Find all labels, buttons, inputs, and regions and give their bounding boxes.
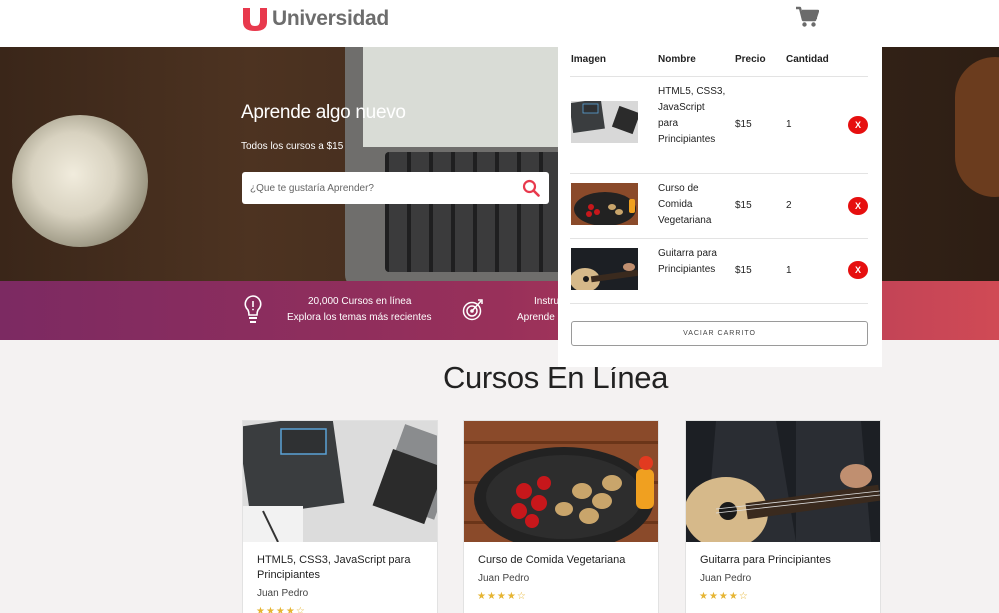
course-card-html[interactable]: HTML5, CSS3, JavaScript para Principiant… [242,420,438,613]
cart-item-name: Guitarra para Principiantes [658,248,717,275]
hero-title: Aprende algo nuevo [241,102,406,123]
info-line-explore: Explora los temas más recientes [287,312,432,323]
cart-remove-button[interactable]: X [848,116,868,134]
cart-remove-button[interactable]: X [848,197,868,215]
course-image-html [243,421,437,542]
course-title[interactable]: Curso de Comida Vegetariana [478,553,648,568]
course-card-vegetarian[interactable]: Curso de Comida Vegetariana Juan Pedro ★… [463,420,659,613]
cart-item-quantity: 2 [786,200,792,211]
hero-subtitle: Todos los cursos a $15 [241,141,344,152]
brand-mark-icon [243,8,267,31]
brand-logo[interactable]: Universidad [241,6,389,32]
cart-header-price: Precio [735,54,766,65]
cart-header-image: Imagen [571,54,607,65]
cart-divider [570,76,868,77]
site-header: Universidad [0,0,999,47]
course-rating-stars: ★★★★☆ [256,606,306,613]
cart-item-quantity: 1 [786,119,792,130]
empty-cart-button[interactable]: VACIAR CARRITO [571,321,868,346]
cart-item-quantity: 1 [786,265,792,276]
course-rating-stars: ★★★★☆ [699,591,749,602]
info-line-instructors: Instru [534,296,560,307]
cart-item-price: $15 [735,265,752,276]
cart-header-name: Nombre [658,54,696,65]
info-line-courses-count: 20,000 Cursos en línea [308,296,412,307]
course-image-vegetarian [464,421,658,542]
cart-item-name: HTML5, CSS3, JavaScript para Principiant… [658,86,726,145]
cart-item-thumb [571,248,638,290]
hero-cup-photo [955,57,999,197]
course-rating-stars: ★★★★☆ [477,591,527,602]
cart-divider [570,303,868,304]
cart-item-thumb [571,183,638,225]
search-input[interactable] [242,172,512,204]
target-icon [462,299,483,321]
cart-item-price: $15 [735,200,752,211]
cart-header-quantity: Cantidad [786,54,829,65]
cart-icon[interactable] [795,6,819,28]
cart-dropdown: Imagen Nombre Precio Cantidad HTML5, CSS… [558,47,882,367]
cart-item-price: $15 [735,119,752,130]
course-card-guitar[interactable]: Guitarra para Principiantes Juan Pedro ★… [685,420,881,613]
info-line-learn: Aprende [517,312,555,323]
brand-name: Universidad [272,7,389,30]
cart-divider [570,173,868,174]
course-author: Juan Pedro [478,573,530,584]
course-image-guitar [686,421,880,542]
cart-remove-button[interactable]: X [848,261,868,279]
cart-divider [570,238,868,239]
cart-item-thumb [571,101,638,143]
lightbulb-icon [244,295,262,323]
search-bar [242,172,549,204]
course-author: Juan Pedro [257,588,309,599]
hero-candle-photo [12,115,148,247]
search-icon[interactable] [522,179,540,197]
cart-item-name: Curso de Comida Vegetariana [658,183,712,226]
course-title[interactable]: HTML5, CSS3, JavaScript para Principiant… [257,553,427,583]
course-author: Juan Pedro [700,573,752,584]
course-title[interactable]: Guitarra para Principiantes [700,553,870,568]
